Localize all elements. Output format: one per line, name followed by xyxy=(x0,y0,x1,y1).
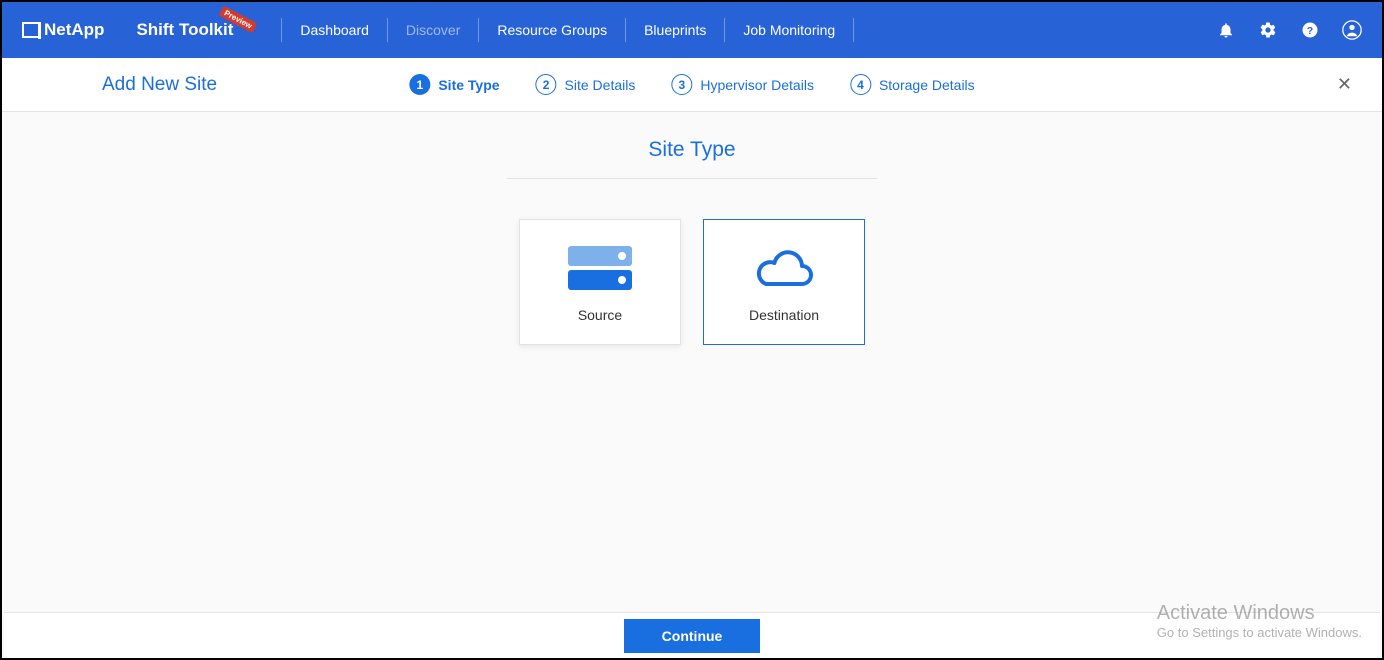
help-icon[interactable]: ? xyxy=(1300,20,1320,40)
main-nav: Dashboard Discover Resource Groups Bluep… xyxy=(281,2,854,58)
stepper: 1 Site Type 2 Site Details 3 Hypervisor … xyxy=(409,74,974,95)
card-label: Destination xyxy=(749,307,819,323)
wizard-footer: Continue xyxy=(4,612,1380,658)
nav-resource-groups[interactable]: Resource Groups xyxy=(479,2,625,58)
divider xyxy=(507,178,877,179)
close-icon[interactable]: ✕ xyxy=(1331,68,1358,101)
step-number: 2 xyxy=(536,74,557,95)
product-name: Shift Toolkit Preview xyxy=(136,20,233,40)
header-actions: ? xyxy=(1216,20,1362,40)
bell-icon[interactable] xyxy=(1216,20,1236,40)
user-icon[interactable] xyxy=(1342,20,1362,40)
step-label: Site Type xyxy=(438,77,499,93)
nav-job-monitoring[interactable]: Job Monitoring xyxy=(725,2,853,58)
nav-blueprints[interactable]: Blueprints xyxy=(626,2,724,58)
step-label: Site Details xyxy=(565,77,636,93)
card-source[interactable]: Source xyxy=(519,219,681,345)
step-site-type[interactable]: 1 Site Type xyxy=(409,74,499,95)
app-header: NetApp Shift Toolkit Preview Dashboard D… xyxy=(2,2,1382,58)
step-number: 1 xyxy=(409,74,430,95)
step-hypervisor-details[interactable]: 3 Hypervisor Details xyxy=(671,74,814,95)
netapp-logo-icon xyxy=(22,22,38,38)
gear-icon[interactable] xyxy=(1258,20,1278,40)
nav-dashboard[interactable]: Dashboard xyxy=(282,2,387,58)
brand-logo[interactable]: NetApp xyxy=(22,20,104,40)
card-destination[interactable]: Destination xyxy=(703,219,865,345)
step-number: 3 xyxy=(671,74,692,95)
step-number: 4 xyxy=(850,74,871,95)
svg-text:?: ? xyxy=(1307,25,1313,37)
card-label: Source xyxy=(578,307,622,323)
main-content: Site Type Source Destination xyxy=(2,112,1382,345)
cloud-icon xyxy=(752,241,816,295)
step-site-details[interactable]: 2 Site Details xyxy=(536,74,636,95)
step-label: Hypervisor Details xyxy=(700,77,814,93)
server-icon xyxy=(568,241,632,295)
brand-name: NetApp xyxy=(44,20,104,40)
site-type-cards: Source Destination xyxy=(2,219,1382,345)
continue-button[interactable]: Continue xyxy=(624,619,761,653)
nav-discover[interactable]: Discover xyxy=(388,2,478,58)
step-storage-details[interactable]: 4 Storage Details xyxy=(850,74,975,95)
wizard-header: Add New Site 1 Site Type 2 Site Details … xyxy=(2,58,1382,112)
page-title: Add New Site xyxy=(102,74,217,96)
step-label: Storage Details xyxy=(879,77,975,93)
section-title: Site Type xyxy=(2,138,1382,162)
